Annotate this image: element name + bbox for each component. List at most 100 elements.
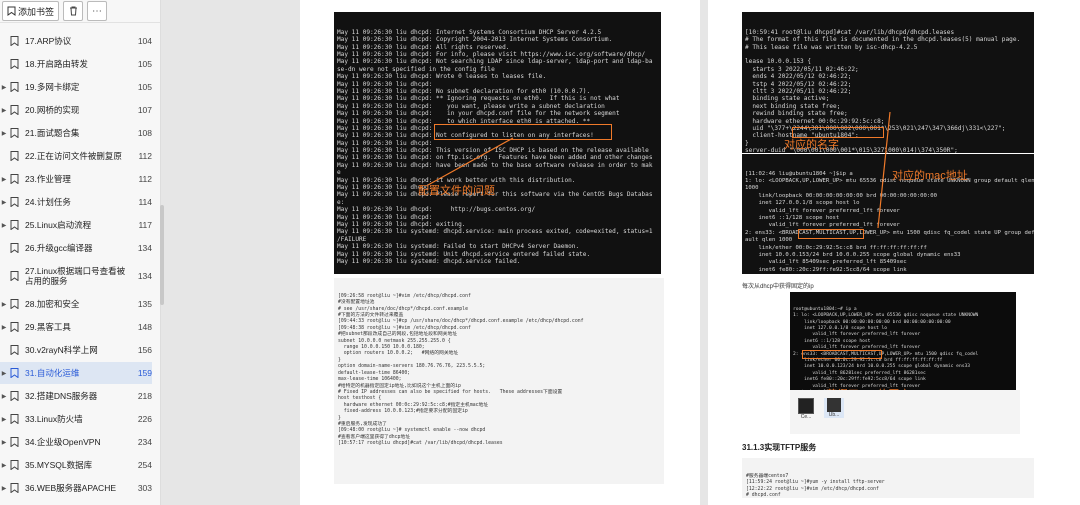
- bookmark-item[interactable]: 22.正在访问文件被删复原 112: [0, 145, 152, 167]
- code-line: valid_lft 85409sec preferred_lft 85409se…: [745, 259, 907, 266]
- code-line: May 11 09:26:30 liu systemd: dhcpd.servi…: [337, 257, 521, 265]
- expand-arrow-icon[interactable]: ▶: [1, 485, 7, 492]
- more-icon[interactable]: ⋯: [87, 1, 108, 21]
- add-bookmark-button[interactable]: 添加书签: [2, 1, 60, 21]
- bookmark-item[interactable]: 18.开启路由转发 105: [0, 53, 152, 75]
- trash-icon[interactable]: [63, 1, 84, 21]
- code-line: inet 10.0.0.153/24 brd 10.0.0.255 scope …: [745, 251, 961, 258]
- bookmark-title: 26.升级gcc编译器: [25, 243, 93, 253]
- dhcpd-conf-code: [09:26:58 root@liu ~]#vim /etc/dhcp/dhcp…: [334, 278, 664, 484]
- code-line: May 11 09:26:30 liu dhcpd: Copyright 200…: [337, 36, 613, 44]
- expand-arrow-icon[interactable]: ▶: [1, 416, 7, 423]
- expand-arrow-icon[interactable]: ▶: [1, 130, 7, 137]
- expand-arrow-icon[interactable]: ▶: [1, 301, 7, 308]
- code-line: # dhcpd.conf: [746, 493, 781, 498]
- code-line: May 11 09:26:30 liu dhcpd: Internet Syst…: [337, 28, 602, 36]
- ubuntu-ip-terminal: root@ubuntu1804:~# ip a 1: lo: <LOOPBACK,…: [790, 292, 1016, 392]
- expand-arrow-icon[interactable]: ▶: [1, 462, 7, 469]
- bookmark-item[interactable]: ▶ 33.Linux防火墙 226: [0, 408, 152, 430]
- code-line: May 11 09:26:30 liu systemd: Failed to s…: [337, 243, 580, 251]
- code-line: May 11 09:26:30 liu dhcpd: No subnet dec…: [337, 87, 591, 95]
- code-line: May 11 09:26:30 liu dhcpd: Not searching…: [337, 58, 653, 66]
- annotation-config-issue: 配置文件的问题: [418, 185, 495, 197]
- code-line: May 11 09:26:30 liu systemd: Unit dhcpd.…: [337, 250, 591, 258]
- bookmark-item[interactable]: ▶ 31.自动化运维 159: [0, 362, 152, 384]
- expand-arrow-icon[interactable]: ▶: [1, 84, 7, 91]
- code-line: /FAILURE: [337, 235, 367, 243]
- expand-arrow-icon[interactable]: ▶: [1, 222, 7, 229]
- bookmark-title: 34.企业级OpenVPN: [25, 437, 101, 447]
- bookmark-icon: [10, 460, 19, 470]
- bookmark-item[interactable]: ▶ 21.面试题合集 108: [0, 122, 152, 144]
- bookmark-icon: [10, 271, 19, 281]
- bookmark-icon: [10, 368, 19, 378]
- bookmark-title: 17.ARP协议: [25, 36, 72, 46]
- bookmark-title: 36.WEB服务器APACHE: [25, 483, 117, 493]
- bookmark-icon: [10, 483, 19, 493]
- bookmark-page-number: 148: [137, 322, 152, 332]
- bookmark-icon: [10, 220, 19, 230]
- bookmark-item[interactable]: ▶ 36.WEB服务器APACHE 303: [0, 477, 152, 499]
- bookmark-page-number: 112: [138, 151, 152, 161]
- code-line: May 11 09:26:30 liu dhcpd: ** Ignoring r…: [337, 95, 620, 103]
- bookmark-item[interactable]: 26.升级gcc编译器 134: [0, 237, 152, 259]
- bookmark-item[interactable]: ▶ 32.搭建DNS服务器 218: [0, 385, 152, 407]
- bookmark-page-number: 117: [138, 220, 152, 230]
- code-line: May 11 09:26:30 liu dhcpd: Wrote 0 lease…: [337, 73, 547, 81]
- pdf-page-left: May 11 09:26:30 liu dhcpd: Internet Syst…: [300, 0, 700, 505]
- bookmark-item[interactable]: ▶ 28.加密和安全 135: [0, 293, 152, 315]
- bookmark-icon: [10, 82, 19, 92]
- bookmark-title: 27.Linux根据端口号查看被占用的服务: [25, 266, 126, 286]
- bookmark-icon: [10, 391, 19, 401]
- bookmark-item[interactable]: 30.v2rayN科学上网 156: [0, 339, 152, 361]
- bookmark-page-number: 134: [137, 243, 152, 253]
- expand-arrow-icon[interactable]: ▶: [1, 324, 7, 331]
- bookmark-page-number: 105: [137, 59, 152, 69]
- code-line: May 11 09:26:30 liu systemd: dhcpd.servi…: [337, 228, 653, 236]
- bookmark-item[interactable]: ▶ 23.作业管理 112: [0, 168, 152, 190]
- bookmark-icon: [10, 437, 19, 447]
- expand-arrow-icon[interactable]: ▶: [1, 107, 7, 114]
- bookmark-item[interactable]: 17.ARP协议 104: [0, 30, 152, 52]
- bookmark-item[interactable]: ▶ 34.企业级OpenVPN 234: [0, 431, 152, 453]
- code-line: tstp 4 2022/05/12 02:46:22;: [745, 80, 852, 88]
- sidebar-scrollbar[interactable]: [160, 205, 164, 305]
- expand-arrow-icon[interactable]: ▶: [1, 439, 7, 446]
- expand-arrow-icon[interactable]: ▶: [1, 199, 7, 206]
- desktop-icon-1[interactable]: Ub...: [824, 398, 844, 418]
- bookmark-item[interactable]: ▶ 29.黑客工具 148: [0, 316, 152, 338]
- bookmark-item[interactable]: ▶ 19.多网卡绑定 105: [0, 76, 152, 98]
- code-line: [10:59:41 root@liu dhcpd]#cat /var/lib/d…: [745, 28, 955, 36]
- expand-arrow-icon[interactable]: ▶: [1, 176, 7, 183]
- expand-arrow-icon[interactable]: ▶: [1, 370, 7, 377]
- expand-arrow-icon[interactable]: ▶: [1, 393, 7, 400]
- bookmark-page-number: 234: [137, 437, 152, 447]
- bookmark-icon: [10, 322, 19, 332]
- bookmark-page-number: 104: [137, 36, 152, 46]
- code-line: binding state active;: [745, 95, 830, 103]
- pdf-page-right: [10:59:41 root@liu dhcpd]#cat /var/lib/d…: [708, 0, 1080, 505]
- bookmark-title: 24.计划任务: [25, 197, 71, 207]
- bookmark-item[interactable]: 27.Linux根据端口号查看被占用的服务 134: [0, 262, 152, 290]
- code-line: e:: [337, 198, 345, 206]
- bookmark-page-number: 105: [137, 82, 152, 92]
- bookmark-item[interactable]: ▶ 24.计划任务 114: [0, 191, 152, 213]
- bookmark-title: 21.面试题合集: [25, 128, 80, 138]
- bookmark-icon: [10, 59, 19, 69]
- bookmark-icon: [10, 345, 19, 355]
- code-line: May 11 09:26:30 liu dhcpd: Please report…: [337, 191, 653, 199]
- code-line: next binding state free;: [745, 102, 841, 110]
- bookmark-title: 31.自动化运维: [25, 368, 80, 378]
- bookmark-title: 22.正在访问文件被删复原: [25, 151, 122, 161]
- tftp-code: #服务器端centos7 [11:59:24 root@liu ~]#yum -y…: [742, 458, 1034, 498]
- bookmark-title: 30.v2rayN科学上网: [25, 345, 98, 355]
- bookmark-title: 33.Linux防火墙: [25, 414, 83, 424]
- annotation-arrow: [427, 137, 514, 186]
- bookmark-item[interactable]: ▶ 35.MYSQL数据库 254: [0, 454, 152, 476]
- bookmark-item[interactable]: ▶ 20.网桥的实现 107: [0, 99, 152, 121]
- code-line: se-dn were not specified in the config f…: [337, 65, 495, 73]
- desktop-icon-0[interactable]: Ce...: [798, 398, 814, 420]
- bookmark-page-number: 108: [137, 128, 152, 138]
- bookmark-item[interactable]: ▶ 25.Linux启动流程 117: [0, 214, 152, 236]
